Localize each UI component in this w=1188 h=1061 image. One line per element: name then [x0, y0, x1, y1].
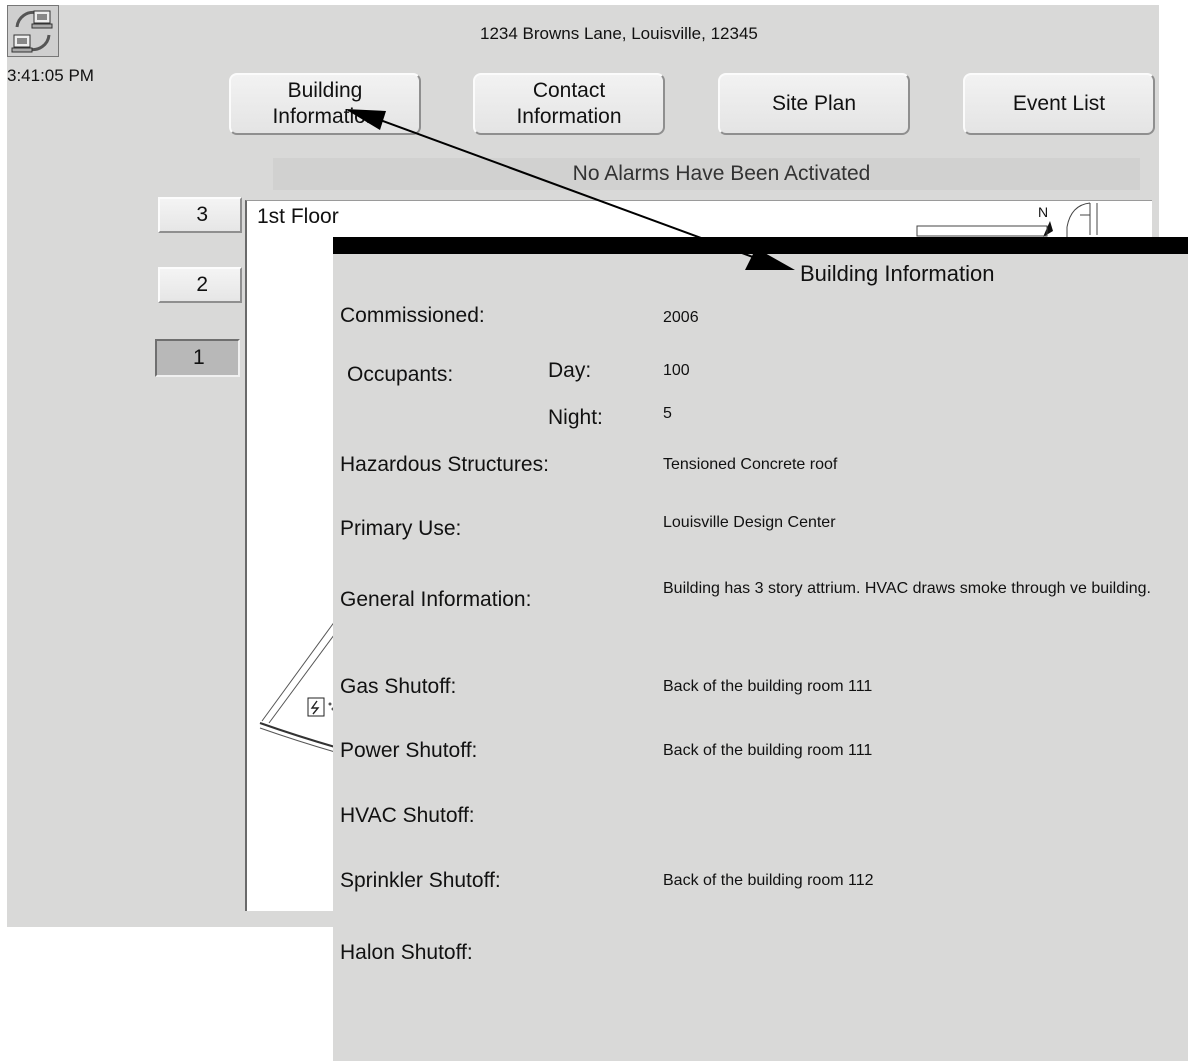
- halon-shutoff-label: Halon Shutoff:: [340, 941, 473, 964]
- building-address: 1234 Browns Lane, Louisville, 12345: [480, 24, 758, 43]
- day-label: Day:: [548, 359, 592, 382]
- commissioned-value: 2006: [663, 309, 699, 326]
- sprinkler-shutoff-value: Back of the building room 112: [663, 872, 874, 889]
- floor-1-button[interactable]: 1: [155, 339, 240, 377]
- day-occupants-value: 100: [663, 362, 690, 379]
- floor-3-button[interactable]: 3: [158, 197, 242, 233]
- night-label: Night:: [548, 406, 603, 429]
- gas-shutoff-value: Back of the building room 111: [663, 678, 873, 695]
- hvac-shutoff-label: HVAC Shutoff:: [340, 804, 475, 827]
- commissioned-label: Commissioned:: [340, 304, 485, 327]
- panel-title-bar[interactable]: [333, 237, 1188, 254]
- site-plan-button[interactable]: Site Plan: [718, 73, 910, 135]
- building-information-button[interactable]: Building Information: [229, 73, 421, 135]
- general-information-value: Building has 3 story attrium. HVAC draws…: [663, 580, 1151, 597]
- floor-2-button[interactable]: 2: [158, 267, 242, 303]
- compass-letter: N: [1038, 204, 1048, 220]
- power-shutoff-label: Power Shutoff:: [340, 739, 478, 762]
- occupants-label: Occupants:: [347, 363, 454, 386]
- general-information-label: General Information:: [340, 588, 532, 611]
- primary-use-label: Primary Use:: [340, 517, 462, 540]
- sprinkler-shutoff-label: Sprinkler Shutoff:: [340, 869, 501, 892]
- network-computers-icon[interactable]: [7, 5, 59, 57]
- event-list-button[interactable]: Event List: [963, 73, 1155, 135]
- hazardous-structures-label: Hazardous Structures:: [340, 453, 549, 476]
- alarm-status: No Alarms Have Been Activated: [273, 158, 1140, 190]
- building-information-panel: Building Information Commissioned: 2006 …: [333, 237, 1188, 1061]
- night-occupants-value: 5: [663, 405, 672, 422]
- power-shutoff-value: Back of the building room 111: [663, 742, 873, 759]
- clock: 3:41:05 PM: [7, 66, 94, 85]
- gas-shutoff-label: Gas Shutoff:: [340, 675, 457, 698]
- panel-title: Building Information: [800, 261, 995, 286]
- hazardous-structures-value: Tensioned Concrete roof: [663, 456, 838, 473]
- primary-use-value: Louisville Design Center: [663, 514, 836, 531]
- contact-information-button[interactable]: Contact Information: [473, 73, 665, 135]
